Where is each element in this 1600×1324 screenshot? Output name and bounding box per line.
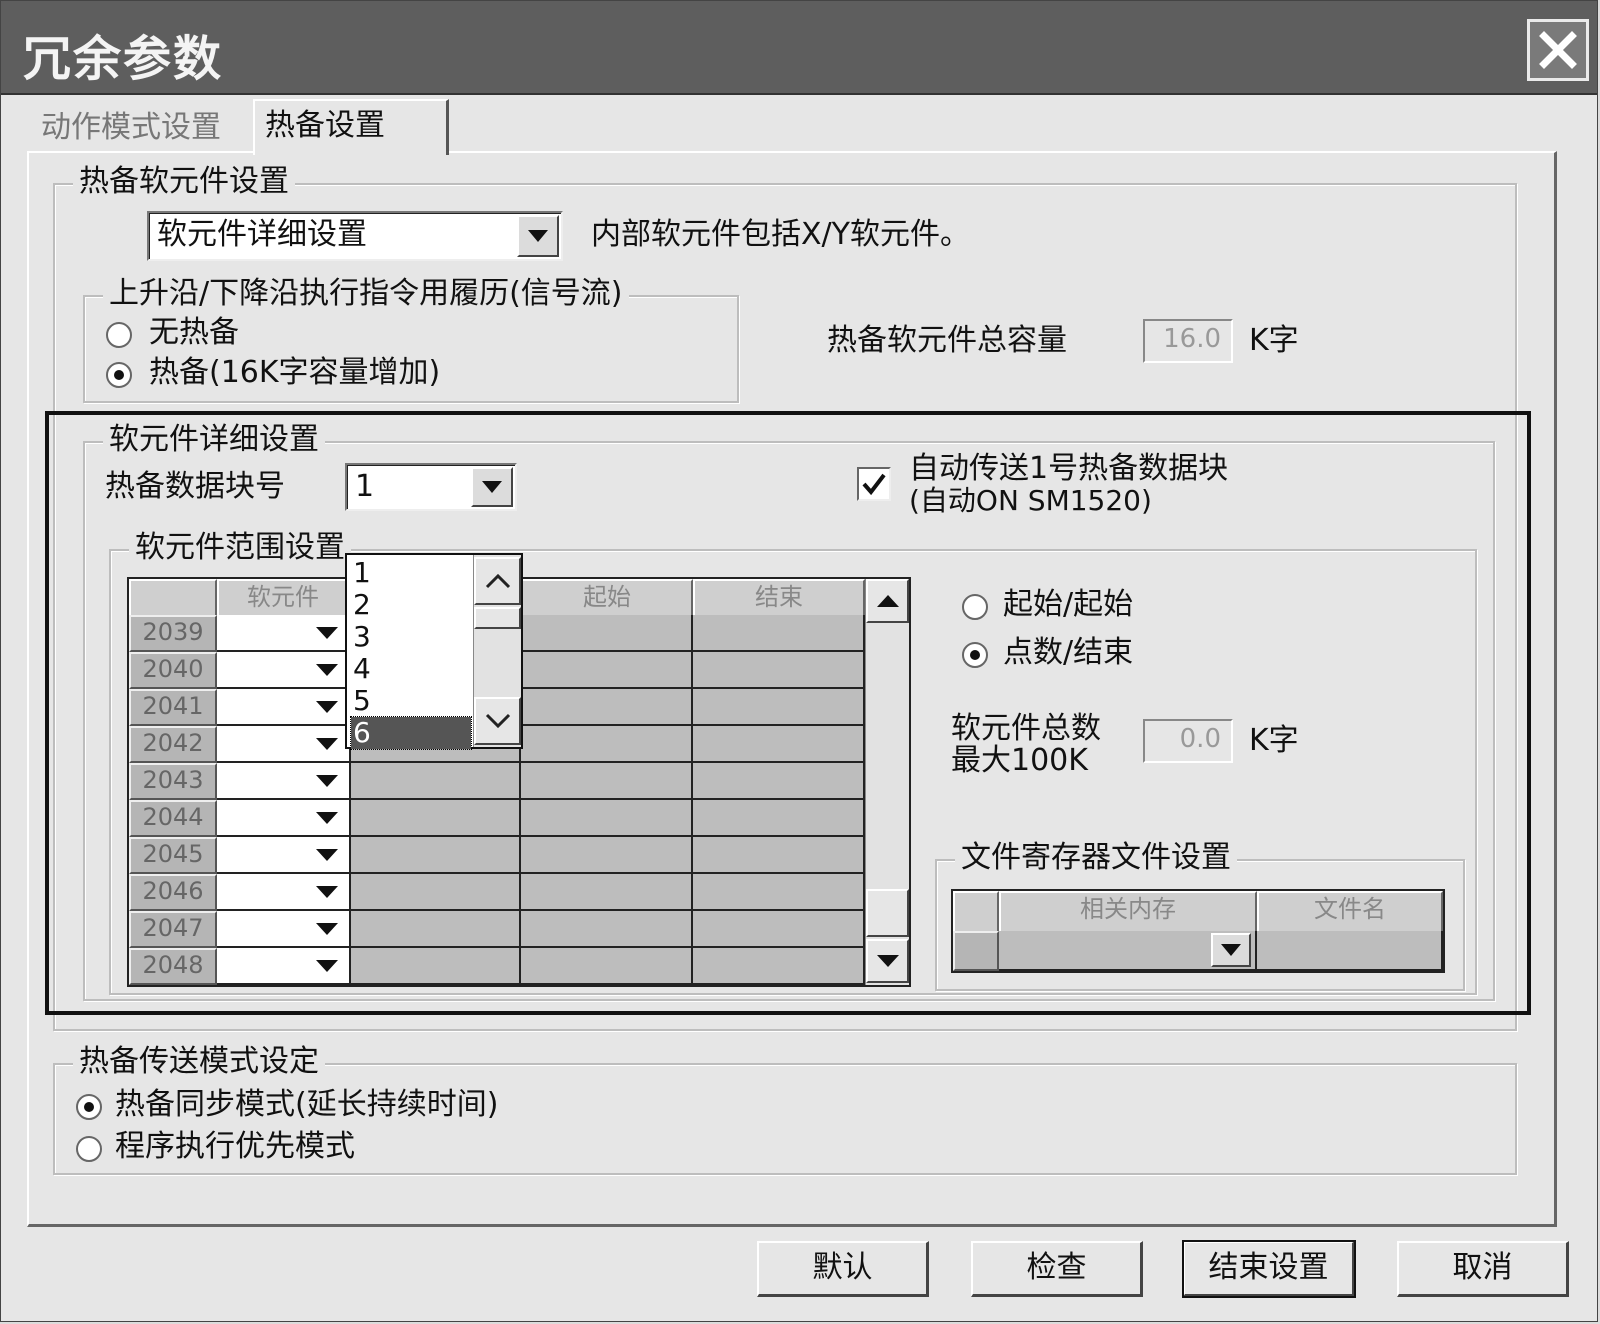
dropdown-scroll-thumb[interactable] (474, 607, 521, 629)
default-button[interactable]: 默认 (757, 1241, 929, 1297)
radio-no-tracking[interactable] (105, 321, 133, 349)
dropdown-item[interactable]: 6 (350, 716, 472, 750)
tab-panel: 热备软元件设置 软元件详细设置 内部软元件包括X/Y软元件。 上升沿/下降沿执行… (27, 151, 1557, 1227)
dropdown-item[interactable]: 5 (351, 685, 471, 717)
radio-no-tracking-label: 无热备 (149, 315, 239, 350)
check-button[interactable]: 检查 (971, 1241, 1143, 1297)
chevron-down-icon (485, 713, 510, 729)
total-capacity-label: 热备软元件总容量 (827, 323, 1067, 358)
radio-sync-mode-label: 热备同步模式(延长持续时间) (115, 1087, 499, 1122)
device-settings-legend: 热备软元件设置 (73, 165, 295, 199)
dropdown-scroll-down-button[interactable] (474, 697, 521, 745)
block-number-dropdown-list[interactable]: 123456 (345, 553, 523, 750)
device-mode-dropdown-button[interactable] (517, 215, 559, 257)
tab-tracking-settings[interactable]: 热备设置 (253, 99, 449, 155)
radio-program-priority[interactable] (75, 1135, 103, 1163)
dropdown-item[interactable]: 1 (351, 557, 471, 589)
edge-history-legend: 上升沿/下降沿执行指令用履历(信号流) (103, 277, 629, 311)
transfer-mode-legend: 热备传送模式设定 (73, 1045, 325, 1079)
close-button[interactable] (1527, 19, 1589, 81)
window-title: 冗余参数 (23, 31, 224, 87)
finish-settings-button[interactable]: 结束设置 (1182, 1240, 1356, 1298)
highlight-frame (45, 411, 1531, 1015)
radio-tracking-16k-label: 热备(16K字容量增加) (149, 355, 441, 390)
tab-operation-mode[interactable]: 动作模式设置 (31, 103, 253, 153)
dropdown-item[interactable]: 4 (351, 653, 471, 685)
dropdown-scrollbar[interactable] (473, 555, 521, 747)
transfer-mode-group: 热备传送模式设定 热备同步模式(延长持续时间) 程序执行优先模式 (53, 1045, 1517, 1175)
total-capacity-field: 16.0 (1143, 319, 1233, 363)
dropdown-item[interactable]: 3 (351, 621, 471, 653)
total-capacity-unit: K字 (1249, 323, 1299, 358)
cancel-button[interactable]: 取消 (1397, 1241, 1569, 1297)
dropdown-scroll-up-button[interactable] (474, 557, 521, 605)
dropdown-item[interactable]: 2 (351, 589, 471, 621)
radio-tracking-16k[interactable] (105, 361, 133, 389)
redundant-parameter-dialog: 冗余参数 动作模式设置 热备设置 热备软元件设置 软元件详细设置 内部软元件包括… (0, 0, 1598, 1322)
radio-sync-mode[interactable] (75, 1093, 103, 1121)
internal-device-note: 内部软元件包括X/Y软元件。 (591, 217, 970, 252)
chevron-down-icon (528, 230, 548, 242)
device-mode-value: 软元件详细设置 (157, 217, 367, 252)
chevron-up-icon (485, 573, 510, 589)
close-icon (1539, 31, 1577, 69)
title-bar[interactable]: 冗余参数 (1, 1, 1597, 95)
radio-program-priority-label: 程序执行优先模式 (115, 1129, 355, 1164)
edge-history-group: 上升沿/下降沿执行指令用履历(信号流) 无热备 热备(16K字容量增加) (83, 277, 739, 403)
device-mode-select[interactable]: 软元件详细设置 (147, 211, 563, 261)
